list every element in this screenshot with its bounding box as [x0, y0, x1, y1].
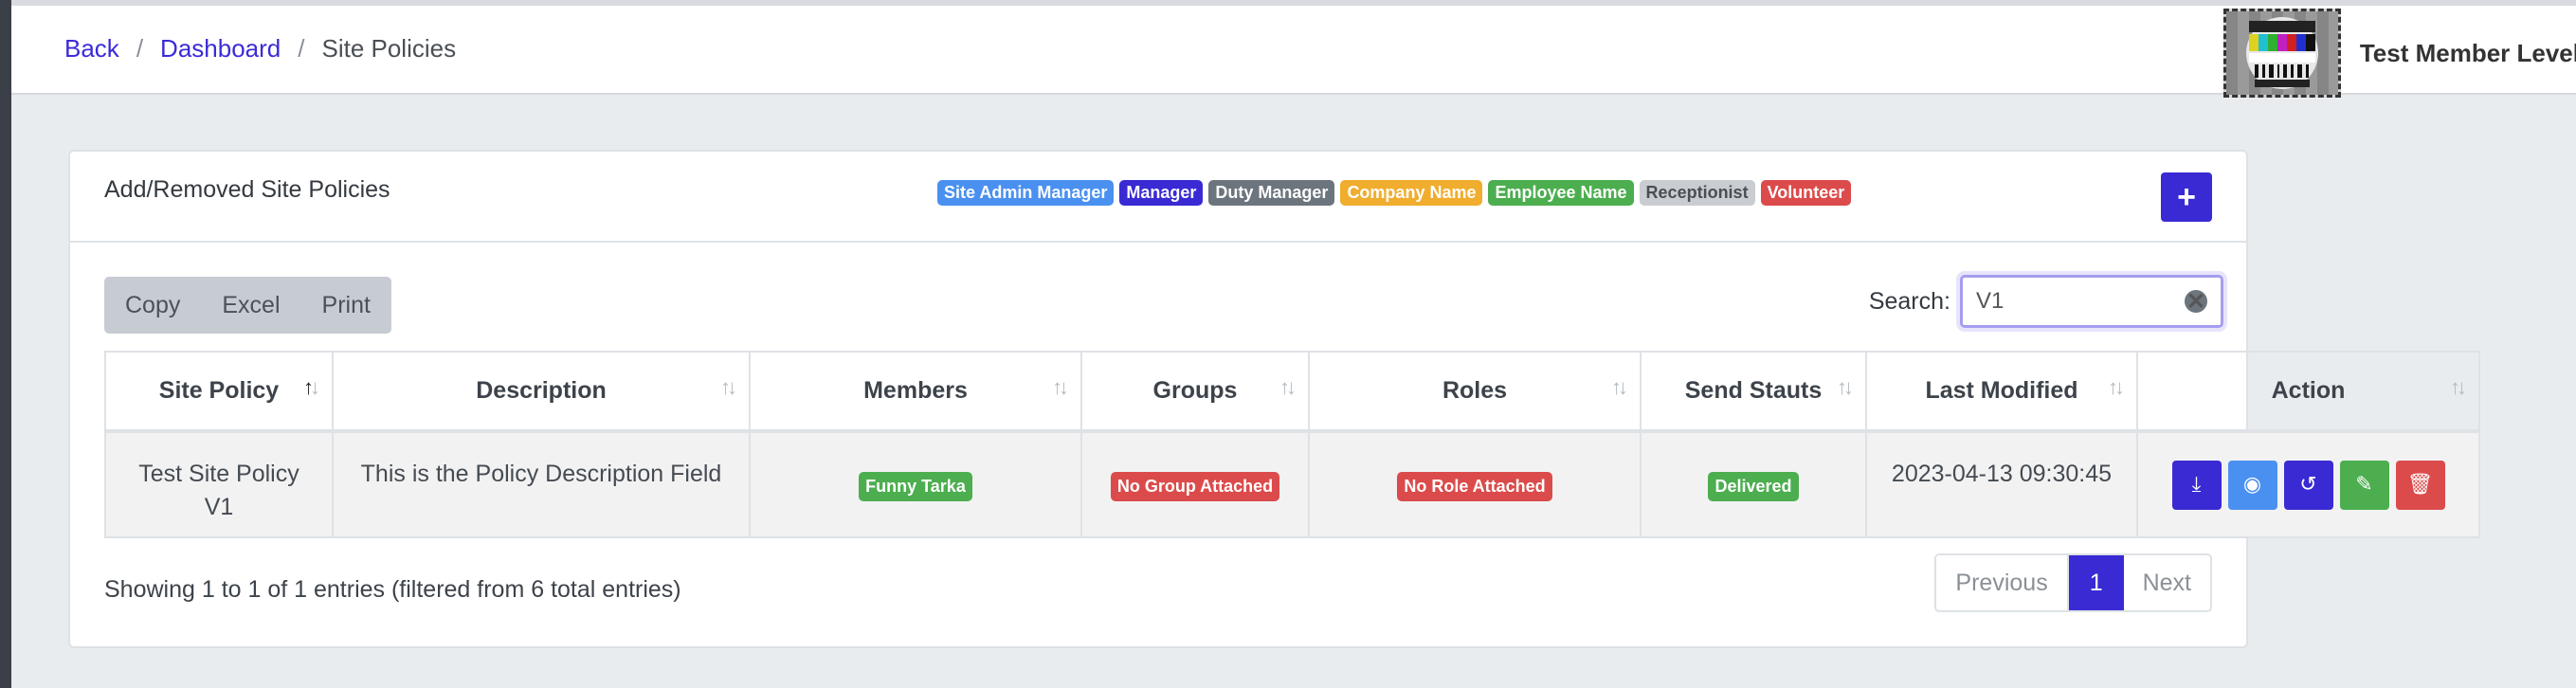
delete-button[interactable]: 🗑: [2395, 460, 2445, 510]
card-title: Add/Removed Site Policies: [104, 176, 390, 203]
sort-icon: ↑↓: [1052, 375, 1069, 399]
breadcrumb-separator: /: [298, 34, 305, 63]
sort-icon: ↑↓: [1611, 375, 1628, 399]
pagination: Previous 1 Next: [1934, 553, 2212, 612]
download-icon: ⤓: [2191, 472, 2202, 497]
top-header: Back / Dashboard / Site Policies Test Me…: [11, 0, 2576, 98]
site-policies-card: Add/Removed Site Policies Site Admin Man…: [68, 150, 2480, 648]
table-header-row: Site Policy ↑↓ Description ↑↓ Members ↑↓ Gr…: [104, 351, 2480, 433]
cell-actions: ⤓ ◉ ↺ ✎ 🗑: [2136, 430, 2480, 538]
cell-send-status: Delivered: [1640, 430, 1867, 538]
legend-badge: Receptionist: [1639, 180, 1755, 206]
status-badge: Delivered: [1708, 471, 1799, 502]
page-1-button[interactable]: 1: [2068, 555, 2124, 610]
sort-icon: ↑↓: [2108, 375, 2125, 399]
table-info: Showing 1 to 1 of 1 entries (filtered fr…: [104, 576, 681, 603]
column-header-roles[interactable]: Roles ↑↓: [1308, 351, 1642, 433]
breadcrumb: Back / Dashboard / Site Policies: [64, 34, 456, 63]
cell-groups: No Group Attached: [1080, 430, 1310, 538]
legend-badge: Site Admin Manager: [937, 180, 1115, 206]
role-badge: No Role Attached: [1397, 471, 1552, 502]
print-button[interactable]: Print: [301, 292, 391, 319]
cell-description: This is the Policy Description Field: [332, 430, 751, 538]
role-legend: Site Admin Manager Manager Duty Manager …: [937, 180, 1852, 206]
legend-badge: Company Name: [1340, 180, 1483, 206]
left-sidebar-rail: [0, 0, 11, 688]
sort-icon: ↑↓: [720, 375, 737, 399]
legend-badge: Manager: [1119, 180, 1204, 206]
group-badge: No Group Attached: [1110, 471, 1280, 502]
add-policy-button[interactable]: +: [2161, 172, 2212, 222]
cell-site-policy: Test Site Policy V1: [104, 430, 334, 538]
next-page-button[interactable]: Next: [2124, 555, 2210, 610]
column-header-send-status[interactable]: Send Stauts ↑↓: [1640, 351, 1867, 433]
breadcrumb-current: Site Policies: [321, 34, 457, 63]
column-header-site-policy[interactable]: Site Policy ↑↓: [104, 351, 334, 433]
table-row: Test Site Policy V1 This is the Policy D…: [104, 430, 2480, 538]
eye-icon: ◉: [2242, 472, 2262, 497]
sort-icon: ↑↓: [2450, 375, 2467, 399]
cell-last-modified: 2023-04-13 09:30:45: [1865, 430, 2138, 538]
clear-search-icon[interactable]: ✕: [2185, 289, 2207, 315]
breadcrumb-separator: /: [136, 34, 144, 63]
trash-icon: 🗑: [2406, 472, 2434, 497]
column-header-members[interactable]: Members ↑↓: [749, 351, 1082, 433]
cell-members: Funny Tarka: [749, 430, 1082, 538]
breadcrumb-dashboard-link[interactable]: Dashboard: [160, 34, 281, 63]
user-name: Test Member Level: [2359, 38, 2576, 67]
card-header: Add/Removed Site Policies Site Admin Man…: [70, 152, 2246, 243]
sort-asc-icon: ↑↓: [303, 375, 320, 399]
site-policies-table: Site Policy ↑↓ Description ↑↓ Members ↑↓ Gr…: [104, 351, 2480, 538]
history-icon: ↺: [2299, 472, 2317, 497]
search-input-value: V1: [1976, 288, 2005, 314]
user-menu[interactable]: Test Member Level: [2222, 6, 2576, 100]
search-label: Search:: [1868, 287, 1950, 315]
download-button[interactable]: ⤓: [2171, 460, 2222, 510]
copy-button[interactable]: Copy: [104, 292, 201, 319]
column-header-last-modified[interactable]: Last Modified ↑↓: [1865, 351, 2138, 433]
previous-page-button[interactable]: Previous: [1936, 555, 2069, 610]
plus-icon: +: [2177, 178, 2196, 215]
cell-roles: No Role Attached: [1308, 430, 1642, 538]
export-toolbar: Copy Excel Print: [104, 277, 391, 334]
history-button[interactable]: ↺: [2283, 460, 2333, 510]
search-input[interactable]: V1 ✕: [1960, 275, 2223, 328]
row-actions: ⤓ ◉ ↺ ✎ 🗑: [2138, 460, 2478, 510]
avatar[interactable]: [2222, 9, 2341, 98]
table-search: Search: V1 ✕: [1869, 275, 2223, 328]
column-header-action[interactable]: Action ↑↓: [2136, 351, 2480, 433]
sort-icon: ↑↓: [1279, 375, 1297, 399]
column-header-description[interactable]: Description ↑↓: [332, 351, 751, 433]
pencil-icon: ✎: [2355, 472, 2373, 497]
member-badge: Funny Tarka: [859, 471, 972, 502]
excel-button[interactable]: Excel: [201, 292, 300, 319]
sort-icon: ↑↓: [1837, 375, 1854, 399]
view-button[interactable]: ◉: [2227, 460, 2277, 510]
legend-badge: Volunteer: [1760, 180, 1852, 206]
breadcrumb-back-link[interactable]: Back: [64, 34, 119, 63]
column-header-groups[interactable]: Groups ↑↓: [1080, 351, 1310, 433]
legend-badge: Employee Name: [1488, 180, 1634, 206]
legend-badge: Duty Manager: [1208, 180, 1335, 206]
edit-button[interactable]: ✎: [2339, 460, 2389, 510]
